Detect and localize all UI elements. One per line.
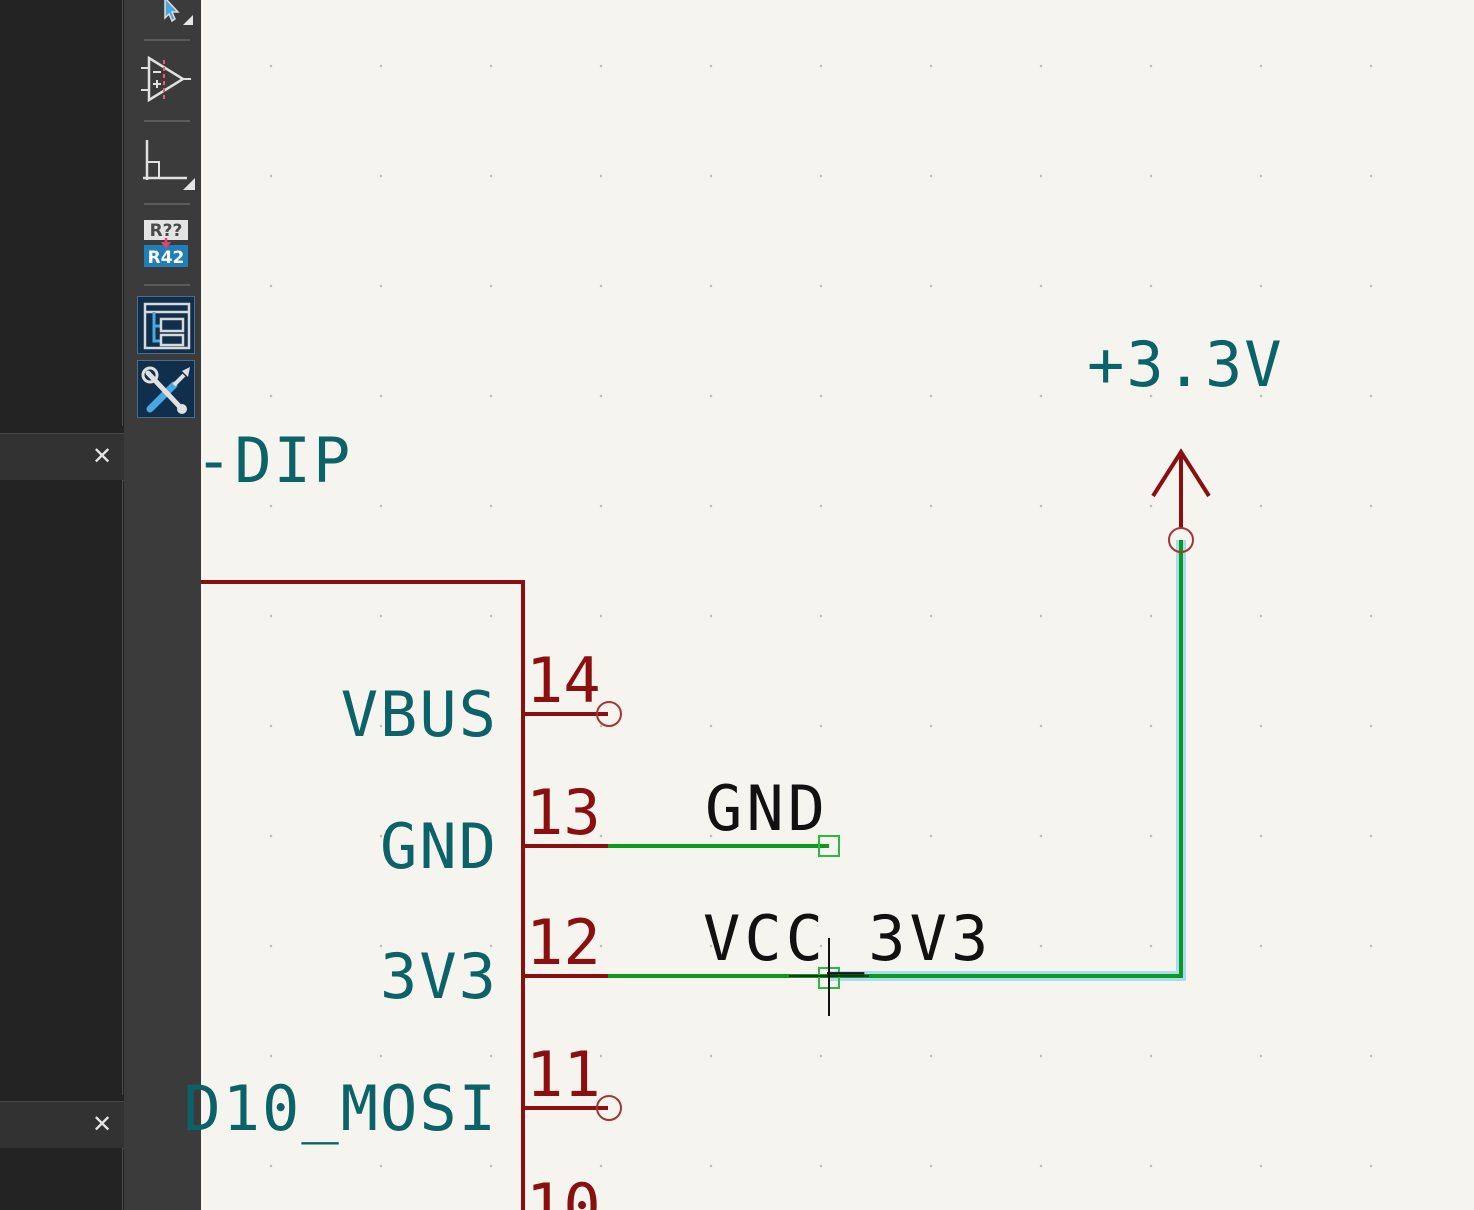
left-panel-header-1: ✕	[0, 433, 124, 481]
close-icon[interactable]: ✕	[88, 1110, 116, 1138]
power-symbol-value[interactable]: +3.3V	[1087, 334, 1284, 396]
wrench-screwdriver-icon	[141, 366, 190, 414]
schematic-drawing	[201, 448, 1211, 1210]
annotate-tool-button[interactable]: R?? R42	[137, 214, 195, 272]
graphic-line-icon	[143, 140, 195, 190]
toolbar-separator	[144, 39, 190, 41]
toolbar-separator	[144, 284, 190, 286]
simulator-tool-button[interactable]	[137, 50, 195, 108]
pin-name-vbus: VBUS	[340, 678, 498, 751]
pin-name-d10-mosi: D10_MOSI	[183, 1072, 498, 1145]
properties-tool-button[interactable]	[137, 360, 195, 418]
pin-number-10: 10	[526, 1170, 601, 1210]
left-dock: ✕ ✕	[0, 0, 124, 1210]
annotate-icon: R?? R42	[144, 220, 188, 268]
hierarchy-navigator-icon	[143, 302, 191, 350]
graphic-line-tool-button[interactable]	[137, 132, 195, 190]
pointer-arrow-icon	[164, 0, 193, 25]
left-panel-top	[0, 0, 123, 426]
net-label-vcc-3v3[interactable]: VCC_3V3	[703, 908, 992, 970]
pin-name-3v3: 3V3	[380, 940, 498, 1013]
pin-number-14: 14	[526, 644, 601, 717]
toolbar-separator	[144, 203, 190, 205]
schematic-canvas[interactable]: -DIP 14 13 12 11 10 VBUS GND 3V3 D10_MOS…	[183, 0, 1474, 1210]
pin-number-11: 11	[526, 1038, 601, 1111]
pin-number-12: 12	[526, 906, 601, 979]
pin-name-gnd: GND	[380, 810, 498, 883]
pin-number-13: 13	[526, 776, 601, 849]
left-panel-body-2	[0, 1148, 123, 1210]
right-vertical-toolbar: R?? R42	[124, 0, 201, 1210]
opamp-simulator-icon	[141, 55, 191, 103]
close-icon[interactable]: ✕	[88, 442, 116, 470]
left-panel-header-2: ✕	[0, 1101, 124, 1149]
app-window: ✕ ✕ R?? R42 -DIP 14 13 12 11 10 VBUS GND…	[0, 0, 1474, 1210]
component-value-label[interactable]: -DIP	[195, 430, 352, 492]
toolbar-separator	[144, 120, 190, 122]
net-label-gnd[interactable]: GND	[705, 778, 829, 840]
select-tool-button[interactable]	[137, 0, 195, 42]
annotate-label-bottom: R42	[148, 248, 185, 268]
left-panel-body-1	[0, 480, 123, 1095]
hierarchy-tool-button[interactable]	[137, 296, 195, 354]
